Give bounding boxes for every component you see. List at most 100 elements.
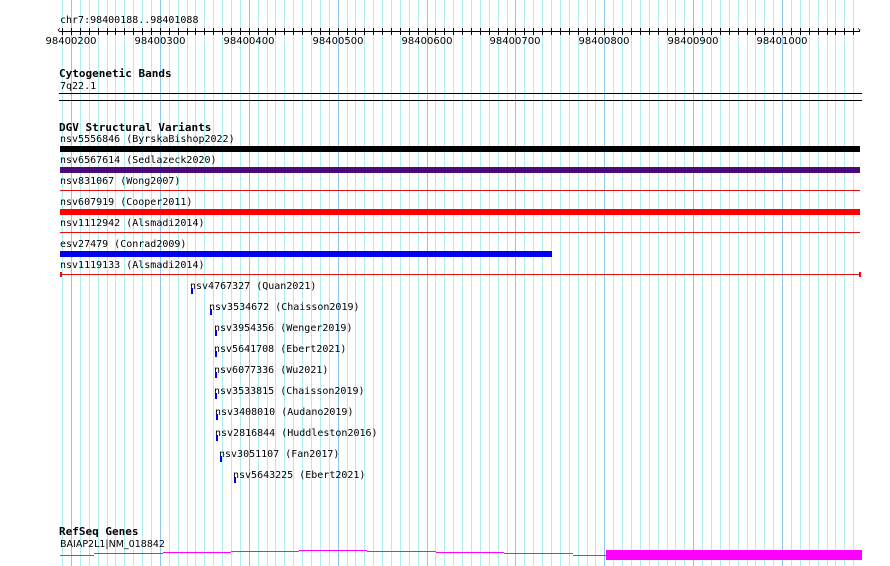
ruler-tick [427, 28, 428, 35]
grid-line [382, 0, 383, 566]
ruler-tick [133, 28, 134, 35]
ruler-tick [747, 28, 748, 35]
grid-line [453, 0, 454, 566]
ruler-tick [720, 28, 721, 35]
ruler-tick-label: 98400400 [223, 36, 275, 47]
ruler-tick [338, 28, 339, 35]
variant-feature[interactable] [60, 190, 860, 191]
ruler-tick [507, 28, 508, 35]
grid-line [427, 0, 428, 566]
variant-feature[interactable] [234, 477, 236, 483]
ruler-tick [587, 28, 588, 35]
grid-line [658, 0, 659, 566]
variant-feature[interactable] [215, 330, 217, 336]
ruler-tick [178, 28, 179, 35]
ruler-tick [640, 28, 641, 35]
ruler-tick [729, 28, 730, 35]
grid-line [800, 0, 801, 566]
grid-line [400, 0, 401, 566]
grid-line [355, 0, 356, 566]
grid-line [507, 0, 508, 566]
grid-line [587, 0, 588, 566]
ruler-tick [604, 28, 605, 35]
track-divider [59, 100, 862, 101]
ruler-tick [675, 28, 676, 35]
grid-line [373, 0, 374, 566]
gene-intron [504, 553, 573, 554]
variant-label: nsv3408010 (Audano2019) [215, 407, 354, 418]
grid-line [471, 0, 472, 566]
variant-feature[interactable] [210, 309, 212, 315]
ruler-tick [533, 28, 534, 35]
ruler-tick [827, 28, 828, 35]
grid-line [320, 0, 321, 566]
ruler-tick [409, 28, 410, 35]
cytoband-bar[interactable] [59, 93, 862, 94]
variant-label: nsv3051107 (Fan2017) [219, 449, 340, 460]
variant-feature[interactable] [60, 251, 552, 257]
gene-intron [94, 553, 163, 554]
gene-label[interactable]: BAIAP2L1|NM_018842 [60, 539, 165, 550]
ruler-tick-label: 98400500 [312, 36, 364, 47]
ruler-tick-label: 98400900 [667, 36, 719, 47]
grid-line [187, 0, 188, 566]
variant-feature[interactable] [60, 146, 860, 152]
grid-line [827, 0, 828, 566]
ruler-axis[interactable] [60, 31, 860, 32]
ruler-tick [444, 28, 445, 35]
variant-feature[interactable] [215, 372, 217, 378]
variant-label: nsv1119133 (Alsmadi2014) [60, 260, 205, 271]
ruler-tick [364, 28, 365, 35]
variant-label: esv27479 (Conrad2009) [60, 239, 187, 250]
ruler-tick-label: 98400800 [578, 36, 630, 47]
gene-intron [231, 551, 299, 552]
ruler-tick-label: 98400600 [401, 36, 453, 47]
location-label: chr7:98400188..98401088 [60, 15, 199, 26]
ruler-tick [347, 28, 348, 35]
variant-label: nsv3534672 (Chaisson2019) [209, 302, 360, 313]
ruler-tick [551, 28, 552, 35]
variant-feature[interactable] [220, 456, 222, 462]
grid-line [578, 0, 579, 566]
ruler-tick [755, 28, 756, 35]
variant-label: nsv831067 (Wong2007) [60, 176, 181, 187]
variant-feature[interactable] [60, 209, 860, 215]
grid-line [418, 0, 419, 566]
ruler-tick [649, 28, 650, 35]
grid-line [178, 0, 179, 566]
variant-endcap [859, 272, 861, 277]
track-title-dgv-structural-variants: DGV Structural Variants [59, 121, 212, 134]
variant-label: nsv2816844 (Huddleston2016) [215, 428, 378, 439]
gene-intron [299, 550, 367, 551]
ruler-tick [329, 28, 330, 35]
ruler-tick [453, 28, 454, 35]
variant-feature[interactable] [216, 435, 218, 441]
grid-line [702, 0, 703, 566]
grid-line [693, 0, 694, 566]
grid-line [791, 0, 792, 566]
ruler-tick [284, 28, 285, 35]
variant-feature[interactable] [215, 351, 217, 357]
grid-line [115, 0, 116, 566]
variant-feature[interactable] [60, 274, 860, 275]
variant-feature[interactable] [60, 167, 860, 173]
ruler-tick [667, 28, 668, 35]
variant-feature[interactable] [60, 232, 860, 233]
ruler-tick [800, 28, 801, 35]
variant-feature[interactable] [216, 414, 218, 420]
ruler-tick [631, 28, 632, 35]
variant-feature[interactable] [191, 288, 193, 294]
variant-label: nsv1112942 (Alsmadi2014) [60, 218, 205, 229]
ruler-tick [115, 28, 116, 35]
variant-feature[interactable] [215, 393, 217, 399]
ruler-tick [124, 28, 125, 35]
grid-line [462, 0, 463, 566]
ruler-tick [222, 28, 223, 35]
grid-line [569, 0, 570, 566]
grid-line [151, 0, 152, 566]
ruler-tick [418, 28, 419, 35]
ruler-tick [498, 28, 499, 35]
grid-line [142, 0, 143, 566]
ruler-tick [355, 28, 356, 35]
genome-browser-view: chr7:98400188..98401088 ‹ › 98400200 9840… [0, 0, 890, 566]
